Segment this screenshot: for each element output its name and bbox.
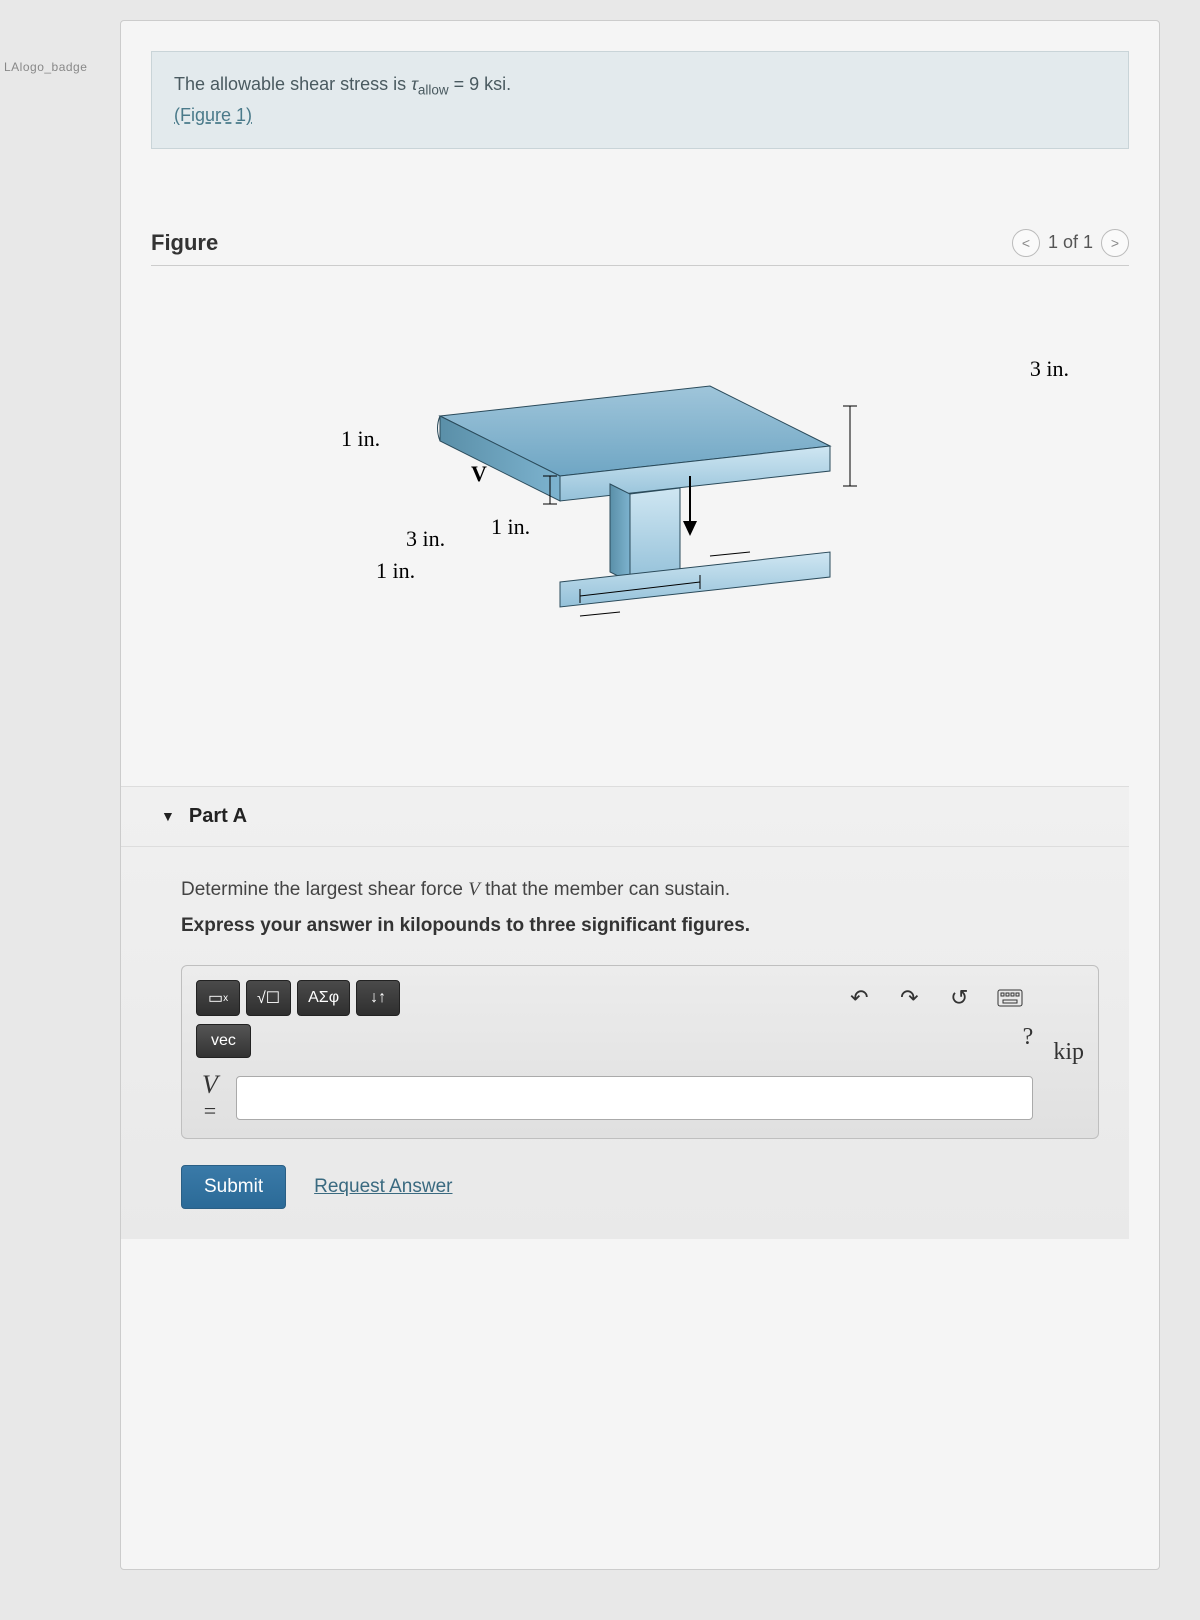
templates-button[interactable]: ▭x [196, 980, 240, 1016]
figure-prev-button[interactable]: < [1012, 229, 1040, 257]
request-answer-link[interactable]: Request Answer [314, 1176, 452, 1198]
redo-button[interactable]: ↷ [887, 980, 931, 1016]
figure-canvas: 3 in. 1 in. V 3 in. 1 in. 1 in. [151, 266, 1129, 746]
shear-force-v-label: V [471, 461, 487, 487]
part-a-label: Part A [189, 805, 247, 828]
tau-subscript: allow [418, 83, 449, 98]
content-page: The allowable shear stress is τallow = 9… [120, 20, 1160, 1570]
beam-cross-section-svg [380, 326, 900, 686]
prompt-suffix: that the member can sustain. [485, 879, 730, 900]
part-a-header[interactable]: ▼ Part A [121, 787, 1129, 847]
figure-next-button[interactable]: > [1101, 229, 1129, 257]
answer-box: ▭x √☐ ΑΣφ ↓↑ ↶ ↷ [181, 965, 1099, 1139]
templates-icon: ▭ [208, 988, 223, 1008]
answer-input[interactable] [236, 1076, 1033, 1120]
intro-equals: = [454, 74, 470, 94]
help-button[interactable]: ? [1023, 1024, 1034, 1051]
figure-section: Figure < 1 of 1 > [151, 229, 1129, 746]
part-a-body: Determine the largest shear force V that… [121, 847, 1129, 1239]
figure-pager: < 1 of 1 > [1012, 229, 1129, 257]
equation-toolbar: ▭x √☐ ΑΣφ ↓↑ ↶ ↷ [196, 980, 1033, 1016]
equals-sign: = [204, 1098, 216, 1124]
intro-value: 9 ksi. [469, 74, 511, 94]
figure-header: Figure < 1 of 1 > [151, 229, 1129, 266]
submit-button[interactable]: Submit [181, 1165, 286, 1209]
keyboard-button[interactable] [987, 980, 1033, 1016]
greek-button[interactable]: ΑΣφ [297, 980, 350, 1016]
part-a-prompt: Determine the largest shear force V that… [181, 875, 1099, 905]
prompt-variable: V [468, 879, 480, 900]
reset-icon: ↺ [950, 985, 968, 1011]
part-a-section: ▼ Part A Determine the largest shear for… [121, 786, 1129, 1239]
logo-badge-label: LAlogo_badge [4, 60, 87, 74]
reset-button[interactable]: ↺ [937, 980, 981, 1016]
dim-1in-bottom: 1 in. [376, 558, 415, 584]
variable-label: V [196, 1072, 224, 1098]
unit-label: kip [1053, 1039, 1084, 1066]
undo-button[interactable]: ↶ [837, 980, 881, 1016]
undo-icon: ↶ [850, 985, 868, 1011]
prompt-prefix: Determine the largest shear force [181, 879, 468, 900]
redo-icon: ↷ [900, 985, 918, 1011]
problem-intro-box: The allowable shear stress is τallow = 9… [151, 51, 1129, 149]
part-a-hint: Express your answer in kilopounds to thr… [181, 915, 1099, 937]
dim-3in-height: 3 in. [1030, 356, 1069, 382]
keyboard-icon [997, 989, 1023, 1007]
figure-title: Figure [151, 230, 218, 256]
dim-3in-web: 3 in. [406, 526, 445, 552]
figure-pager-text: 1 of 1 [1048, 232, 1093, 253]
dim-1in-flange: 1 in. [341, 426, 380, 452]
subscript-superscript-button[interactable]: ↓↑ [356, 980, 400, 1016]
vec-button[interactable]: vec [196, 1024, 251, 1058]
figure-link[interactable]: (Figure 1) [174, 105, 252, 125]
collapse-caret-icon: ▼ [161, 808, 175, 824]
root-button[interactable]: √☐ [246, 980, 291, 1016]
submit-row: Submit Request Answer [181, 1165, 1099, 1209]
tau-symbol: τ [411, 74, 418, 94]
intro-text: The allowable shear stress is [174, 74, 411, 94]
dim-1in-right: 1 in. [491, 514, 530, 540]
